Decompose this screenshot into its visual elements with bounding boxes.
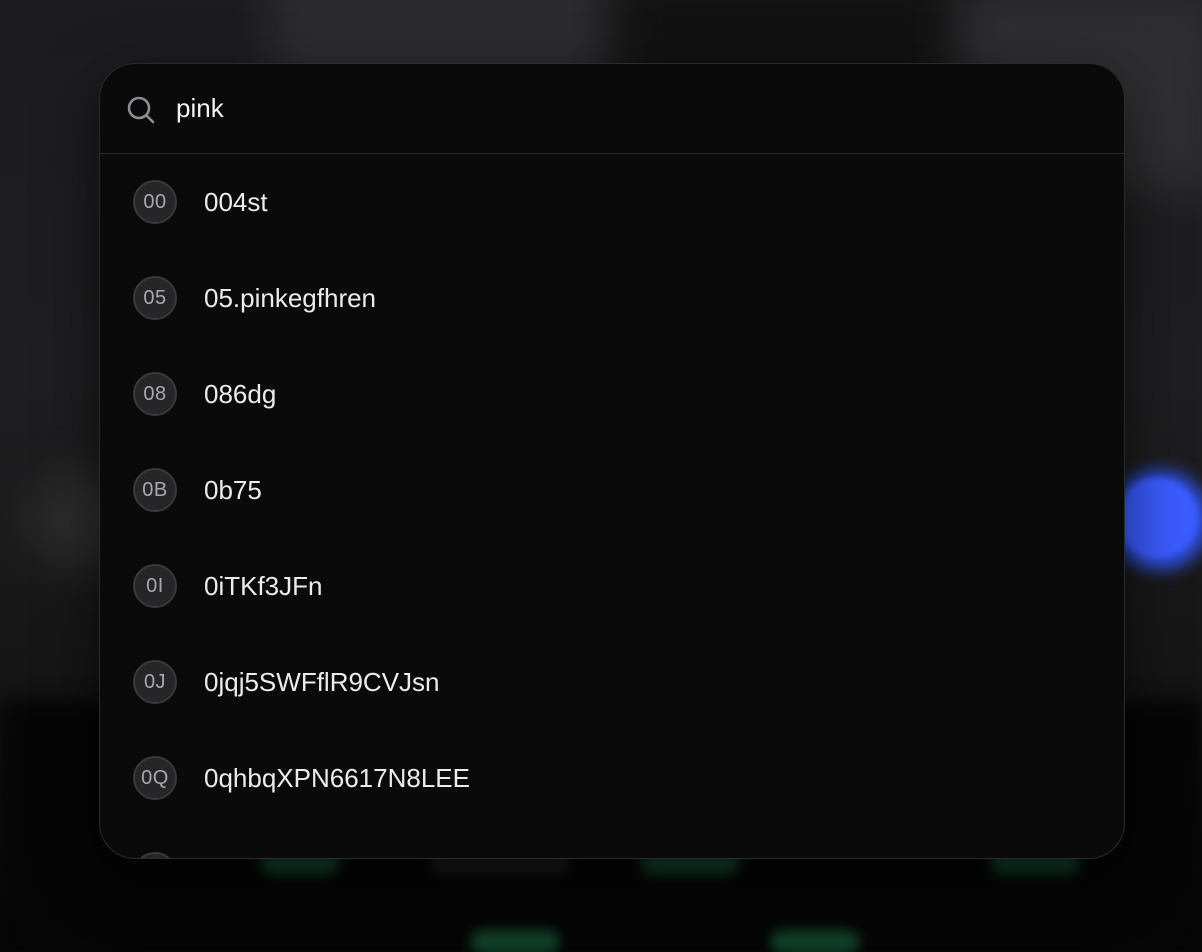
search-bar xyxy=(100,64,1124,154)
command-palette: 00 004st 05 05.pinkegfhren 08 086dg 0B 0… xyxy=(99,63,1125,859)
list-item-label: 0b75 xyxy=(204,474,262,505)
background-blue-dot xyxy=(1118,478,1198,558)
list-item[interactable]: 0B 0b75 xyxy=(100,442,1124,538)
list-item[interactable]: 0I 0iTKf3JFn xyxy=(100,538,1124,634)
avatar: 0J xyxy=(133,660,177,704)
list-item-label: 004st xyxy=(204,186,268,217)
list-item-label: 0qhbqXPN6617N8LEE xyxy=(204,762,470,793)
avatar: 08 xyxy=(133,372,177,416)
avatar: 0Q xyxy=(133,756,177,800)
list-item[interactable]: 00 004st xyxy=(100,154,1124,250)
list-item[interactable]: 0J 0jqj5SWFflR9CVJsn xyxy=(100,634,1124,730)
avatar: 05 xyxy=(133,276,177,320)
list-item-label: 086dg xyxy=(204,378,277,409)
results-list: 00 004st 05 05.pinkegfhren 08 086dg 0B 0… xyxy=(100,154,1124,858)
list-item[interactable]: 0Q 0qhbqXPN6617N8LEE xyxy=(100,730,1124,826)
list-item[interactable]: 05 05.pinkegfhren xyxy=(100,250,1124,346)
avatar: 0I xyxy=(133,564,177,608)
list-item-label: 0iTKf3JFn xyxy=(204,570,323,601)
list-item-partial[interactable] xyxy=(100,826,1124,858)
search-icon xyxy=(127,96,155,124)
list-item-label: 05.pinkegfhren xyxy=(204,282,377,313)
list-item[interactable]: 08 086dg xyxy=(100,346,1124,442)
list-item-label: 0jqj5SWFflR9CVJsn xyxy=(204,666,440,697)
background-blur-shape xyxy=(470,930,560,952)
background-blur-shape xyxy=(770,930,860,952)
search-input[interactable] xyxy=(176,88,1076,128)
avatar: 0B xyxy=(133,468,177,512)
avatar: 00 xyxy=(133,180,177,224)
avatar xyxy=(133,852,177,858)
